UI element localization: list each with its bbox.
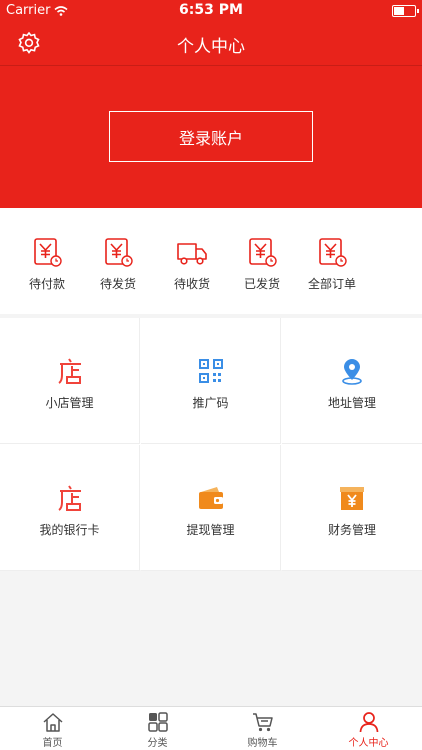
- grid-item-label: 地址管理: [327, 396, 376, 410]
- yen-box-icon: [340, 487, 364, 510]
- wallet-icon: [199, 487, 223, 509]
- order-all[interactable]: 全部订单: [297, 236, 367, 292]
- login-button[interactable]: 登录账户: [109, 111, 313, 162]
- tab-bar: 首页 分类 购物车 个人中心: [0, 706, 422, 750]
- order-label: 已发货: [243, 277, 280, 291]
- home-icon: [43, 713, 62, 732]
- order-label: 待发货: [99, 277, 136, 291]
- tab-label: 首页: [42, 738, 63, 749]
- order-label: 待付款: [28, 277, 65, 291]
- status-bar: Carrier 6:53 PM: [0, 0, 422, 22]
- tab-home[interactable]: 首页: [0, 707, 105, 750]
- order-label: 待收货: [173, 277, 210, 291]
- tab-category[interactable]: 分类: [105, 707, 210, 750]
- grid-item-label: 我的银行卡: [39, 523, 100, 537]
- grid-item-label: 提现管理: [186, 523, 235, 537]
- page-title: 个人中心: [177, 37, 245, 57]
- category-icon: [147, 712, 168, 732]
- tab-label: 个人中心: [348, 738, 389, 749]
- person-icon: [359, 712, 378, 733]
- tab-label: 分类: [147, 738, 168, 749]
- grid-item-promo-code[interactable]: 推广码: [141, 318, 281, 444]
- yen-clock-icon: [34, 238, 62, 267]
- shop-icon: [58, 485, 81, 511]
- tab-label: 购物车: [247, 738, 278, 749]
- yen-clock-icon: [105, 238, 133, 267]
- order-pending-shipment[interactable]: 待发货: [83, 236, 153, 292]
- grid-item-withdrawal-management[interactable]: 提现管理: [141, 445, 281, 571]
- grid-item-address-management[interactable]: 地址管理: [282, 318, 422, 444]
- grid-item-label: 财务管理: [327, 523, 376, 537]
- grid-item-label: 小店管理: [45, 396, 94, 410]
- battery-icon: [392, 5, 419, 17]
- order-label: 全部订单: [307, 277, 356, 291]
- order-shipped[interactable]: 已发货: [227, 236, 297, 292]
- cart-icon: [252, 713, 273, 732]
- order-pending-receipt[interactable]: 待收货: [157, 236, 227, 292]
- grid-item-bank-card[interactable]: 我的银行卡: [0, 445, 140, 571]
- shop-icon: [58, 358, 81, 384]
- grid-item-shop-management[interactable]: 小店管理: [0, 318, 140, 444]
- tab-profile[interactable]: 个人中心: [315, 707, 422, 750]
- nav-bar: 个人中心: [0, 22, 422, 66]
- truck-icon: [177, 243, 207, 265]
- yen-clock-icon: [319, 238, 347, 267]
- grid-item-finance-management[interactable]: 财务管理: [282, 445, 422, 571]
- profile-header: 登录账户: [0, 66, 422, 208]
- qrcode-icon: [199, 359, 223, 383]
- order-shortcuts: 待付款 待发货 待收货 已发货 全部订单: [0, 208, 422, 314]
- location-pin-icon: [342, 359, 362, 385]
- status-time: 6:53 PM: [179, 2, 243, 18]
- yen-clock-icon: [249, 238, 277, 267]
- grid-item-label: 推广码: [192, 396, 229, 410]
- tab-cart[interactable]: 购物车: [210, 707, 315, 750]
- function-grid: 小店管理 推广码 地址管理 我的银行卡 提现管理 财务管理: [0, 318, 422, 571]
- order-pending-payment[interactable]: 待付款: [12, 236, 82, 292]
